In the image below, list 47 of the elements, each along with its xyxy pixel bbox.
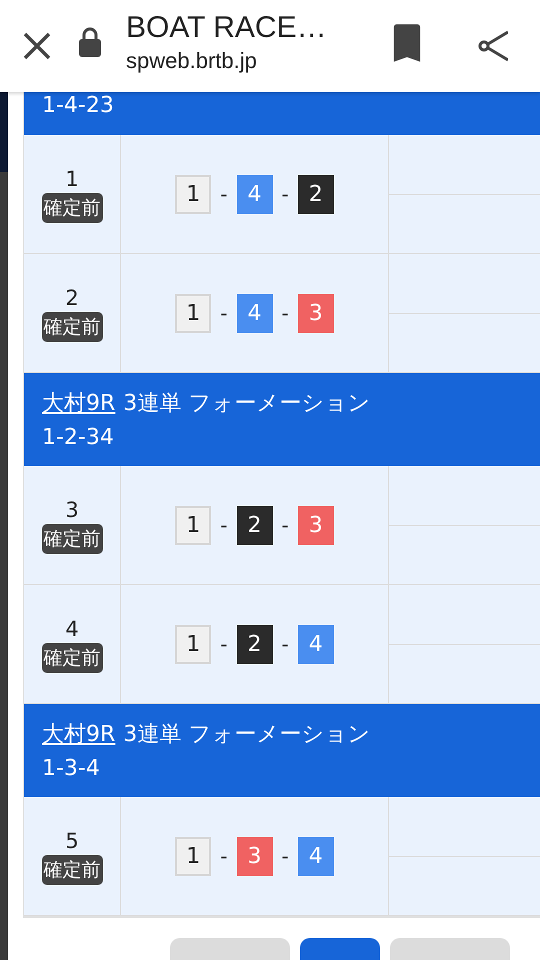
separator-dash: - xyxy=(282,182,289,206)
boat-number: 2 xyxy=(236,506,272,544)
bet-combination: 1-3-4 xyxy=(42,755,101,783)
separator-dash: - xyxy=(282,844,289,868)
separator-dash: - xyxy=(220,513,228,537)
boat-number: 1 xyxy=(175,174,212,214)
boat-number: 2 xyxy=(236,624,272,664)
boat-number: 3 xyxy=(298,506,334,544)
status-badge: 確定前 xyxy=(42,193,102,223)
row-number: 4 xyxy=(65,616,79,643)
status-badge: 確定前 xyxy=(42,312,102,342)
row-number: 1 xyxy=(65,166,79,193)
boat-number: 1 xyxy=(175,506,212,544)
boat-number: 1 xyxy=(175,624,212,664)
separator-dash: - xyxy=(282,513,289,537)
separator-dash: - xyxy=(282,632,289,656)
lock-icon xyxy=(78,26,102,58)
separator-dash: - xyxy=(220,301,228,325)
bet-combination: 1-2-34 xyxy=(42,424,115,452)
boat-number: 4 xyxy=(236,294,272,332)
separator-dash: - xyxy=(220,182,228,206)
status-badge: 確定前 xyxy=(42,524,102,554)
boat-number: 4 xyxy=(298,836,334,876)
row-number: 5 xyxy=(65,828,79,855)
status-badge: 確定前 xyxy=(42,855,102,885)
boat-number: 4 xyxy=(298,624,334,664)
row-number: 2 xyxy=(65,285,79,312)
page-title: BOAT RACE… xyxy=(126,10,328,46)
venue-link[interactable]: 大村9R xyxy=(42,717,116,753)
bet-combination: 1-4-23 xyxy=(42,92,115,120)
boat-number: 1 xyxy=(175,836,212,876)
status-badge: 確定前 xyxy=(42,643,102,673)
boat-number: 3 xyxy=(236,836,272,876)
separator-dash: - xyxy=(220,632,228,656)
boat-number: 1 xyxy=(175,294,212,332)
row-number: 3 xyxy=(65,497,79,524)
page-url: spweb.brtb.jp xyxy=(126,47,258,75)
venue-link[interactable]: 大村9R xyxy=(42,386,116,422)
boat-number: 4 xyxy=(236,174,272,214)
boat-number: 2 xyxy=(298,174,334,214)
bookmark-icon[interactable] xyxy=(392,24,422,62)
boat-number: 3 xyxy=(298,294,334,332)
separator-dash: - xyxy=(282,301,289,325)
bet-type: 3連単 フォーメーション xyxy=(123,390,370,418)
close-icon[interactable] xyxy=(22,31,52,61)
separator-dash: - xyxy=(220,844,228,868)
bet-type: 3連単 フォーメーション xyxy=(123,721,370,749)
